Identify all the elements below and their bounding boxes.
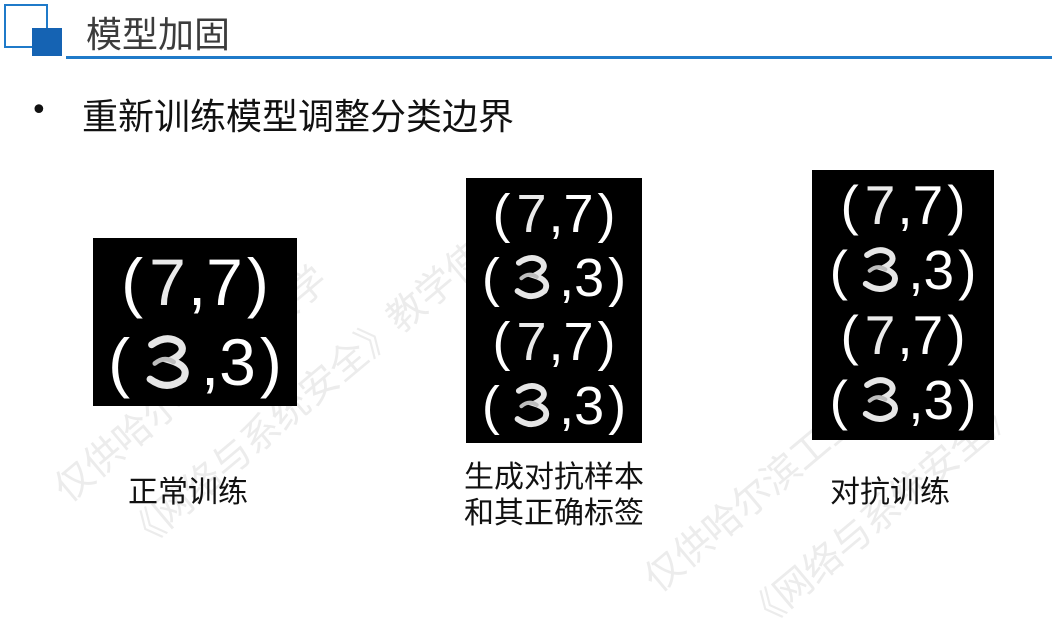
open-paren: ( [481,376,500,436]
close-paren: ) [608,248,627,308]
caption-adversarial-samples: 生成对抗样本 和其正确标签 [464,460,644,532]
close-paren: ) [259,325,282,399]
close-paren: ) [597,184,616,244]
digit-label-pair-row: ( ,3) [812,368,994,433]
open-paren: ( [829,369,848,431]
handwritten-digit-3-image [862,377,898,423]
true-label: ,3 [908,369,955,431]
close-paren: ) [947,174,966,236]
handwritten-digit-image [506,378,557,433]
open-paren: ( [492,184,511,244]
panel-normal-training: (7,7)(,3) [93,238,297,406]
handwritten-digit-image: 7 [864,304,896,366]
panel-adversarial-samples: (7,7)(,3)(7,7)(,3) [466,178,642,443]
true-label: ,7 [187,245,243,319]
caption-normal-training: 正常训练 [128,475,248,511]
caption-line: 生成对抗样本 [464,460,644,495]
true-label: ,7 [897,304,944,366]
digit-label-pair-row: ( ,3) [466,246,642,310]
title-underline [66,56,1052,59]
caption-line: 对抗训练 [830,475,950,510]
handwritten-digit-3-image [514,255,549,300]
handwritten-digit-image: 7 [864,174,896,236]
open-paren: ( [829,239,848,301]
handwritten-digit-image: 7 [516,184,547,244]
digit-label-pair-row: (7,7) [466,182,642,246]
open-paren: ( [481,248,500,308]
close-paren: ) [947,304,966,366]
digit-label-pair-row: (7,7) [812,173,994,238]
handwritten-digit-3-image [514,383,549,428]
panel-adversarial-training: (7,7)(,3)(7,7)(,3) [812,170,994,440]
caption-adversarial-training: 对抗训练 [830,475,950,511]
open-paren: ( [121,245,144,319]
handwritten-digit-image [136,329,199,396]
digit-label-pair-row: ( ,3) [466,374,642,438]
caption-line: 正常训练 [128,475,248,510]
true-label: ,3 [559,248,605,308]
digit-label-pair-row: (7,7) [812,303,994,368]
true-label: ,3 [559,376,605,436]
digit-label-pair-row: ( ,3) [812,238,994,303]
bullet-marker: • [30,93,48,128]
close-paren: ) [246,245,269,319]
true-label: ,7 [548,184,594,244]
open-paren: ( [492,312,511,372]
digit-label-pair-row: ( ,3) [93,322,297,402]
slide-title: 模型加固 [86,15,231,56]
bullet-text: 重新训练模型调整分类边界 [82,97,515,138]
digit-label-pair-row: (7,7) [466,310,642,374]
open-paren: ( [108,325,131,399]
true-label: ,3 [908,239,955,301]
close-paren: ) [608,376,627,436]
close-paren: ) [958,369,977,431]
handwritten-digit-3-image [862,247,898,293]
handwritten-digit-image [506,250,557,305]
true-label: ,3 [200,325,256,399]
handwritten-digit-3-image [146,334,189,389]
handwritten-digit-image [854,372,906,428]
open-paren: ( [840,304,859,366]
digit-label-pair-row: (7,7) [93,242,297,322]
true-label: ,7 [897,174,944,236]
handwritten-digit-image: 7 [149,245,186,319]
logo-filled-square [32,28,62,56]
handwritten-digit-image [854,242,906,298]
true-label: ,7 [548,312,594,372]
caption-line: 和其正确标签 [464,496,644,531]
open-paren: ( [840,174,859,236]
close-paren: ) [958,239,977,301]
handwritten-digit-image: 7 [516,312,547,372]
close-paren: ) [597,312,616,372]
